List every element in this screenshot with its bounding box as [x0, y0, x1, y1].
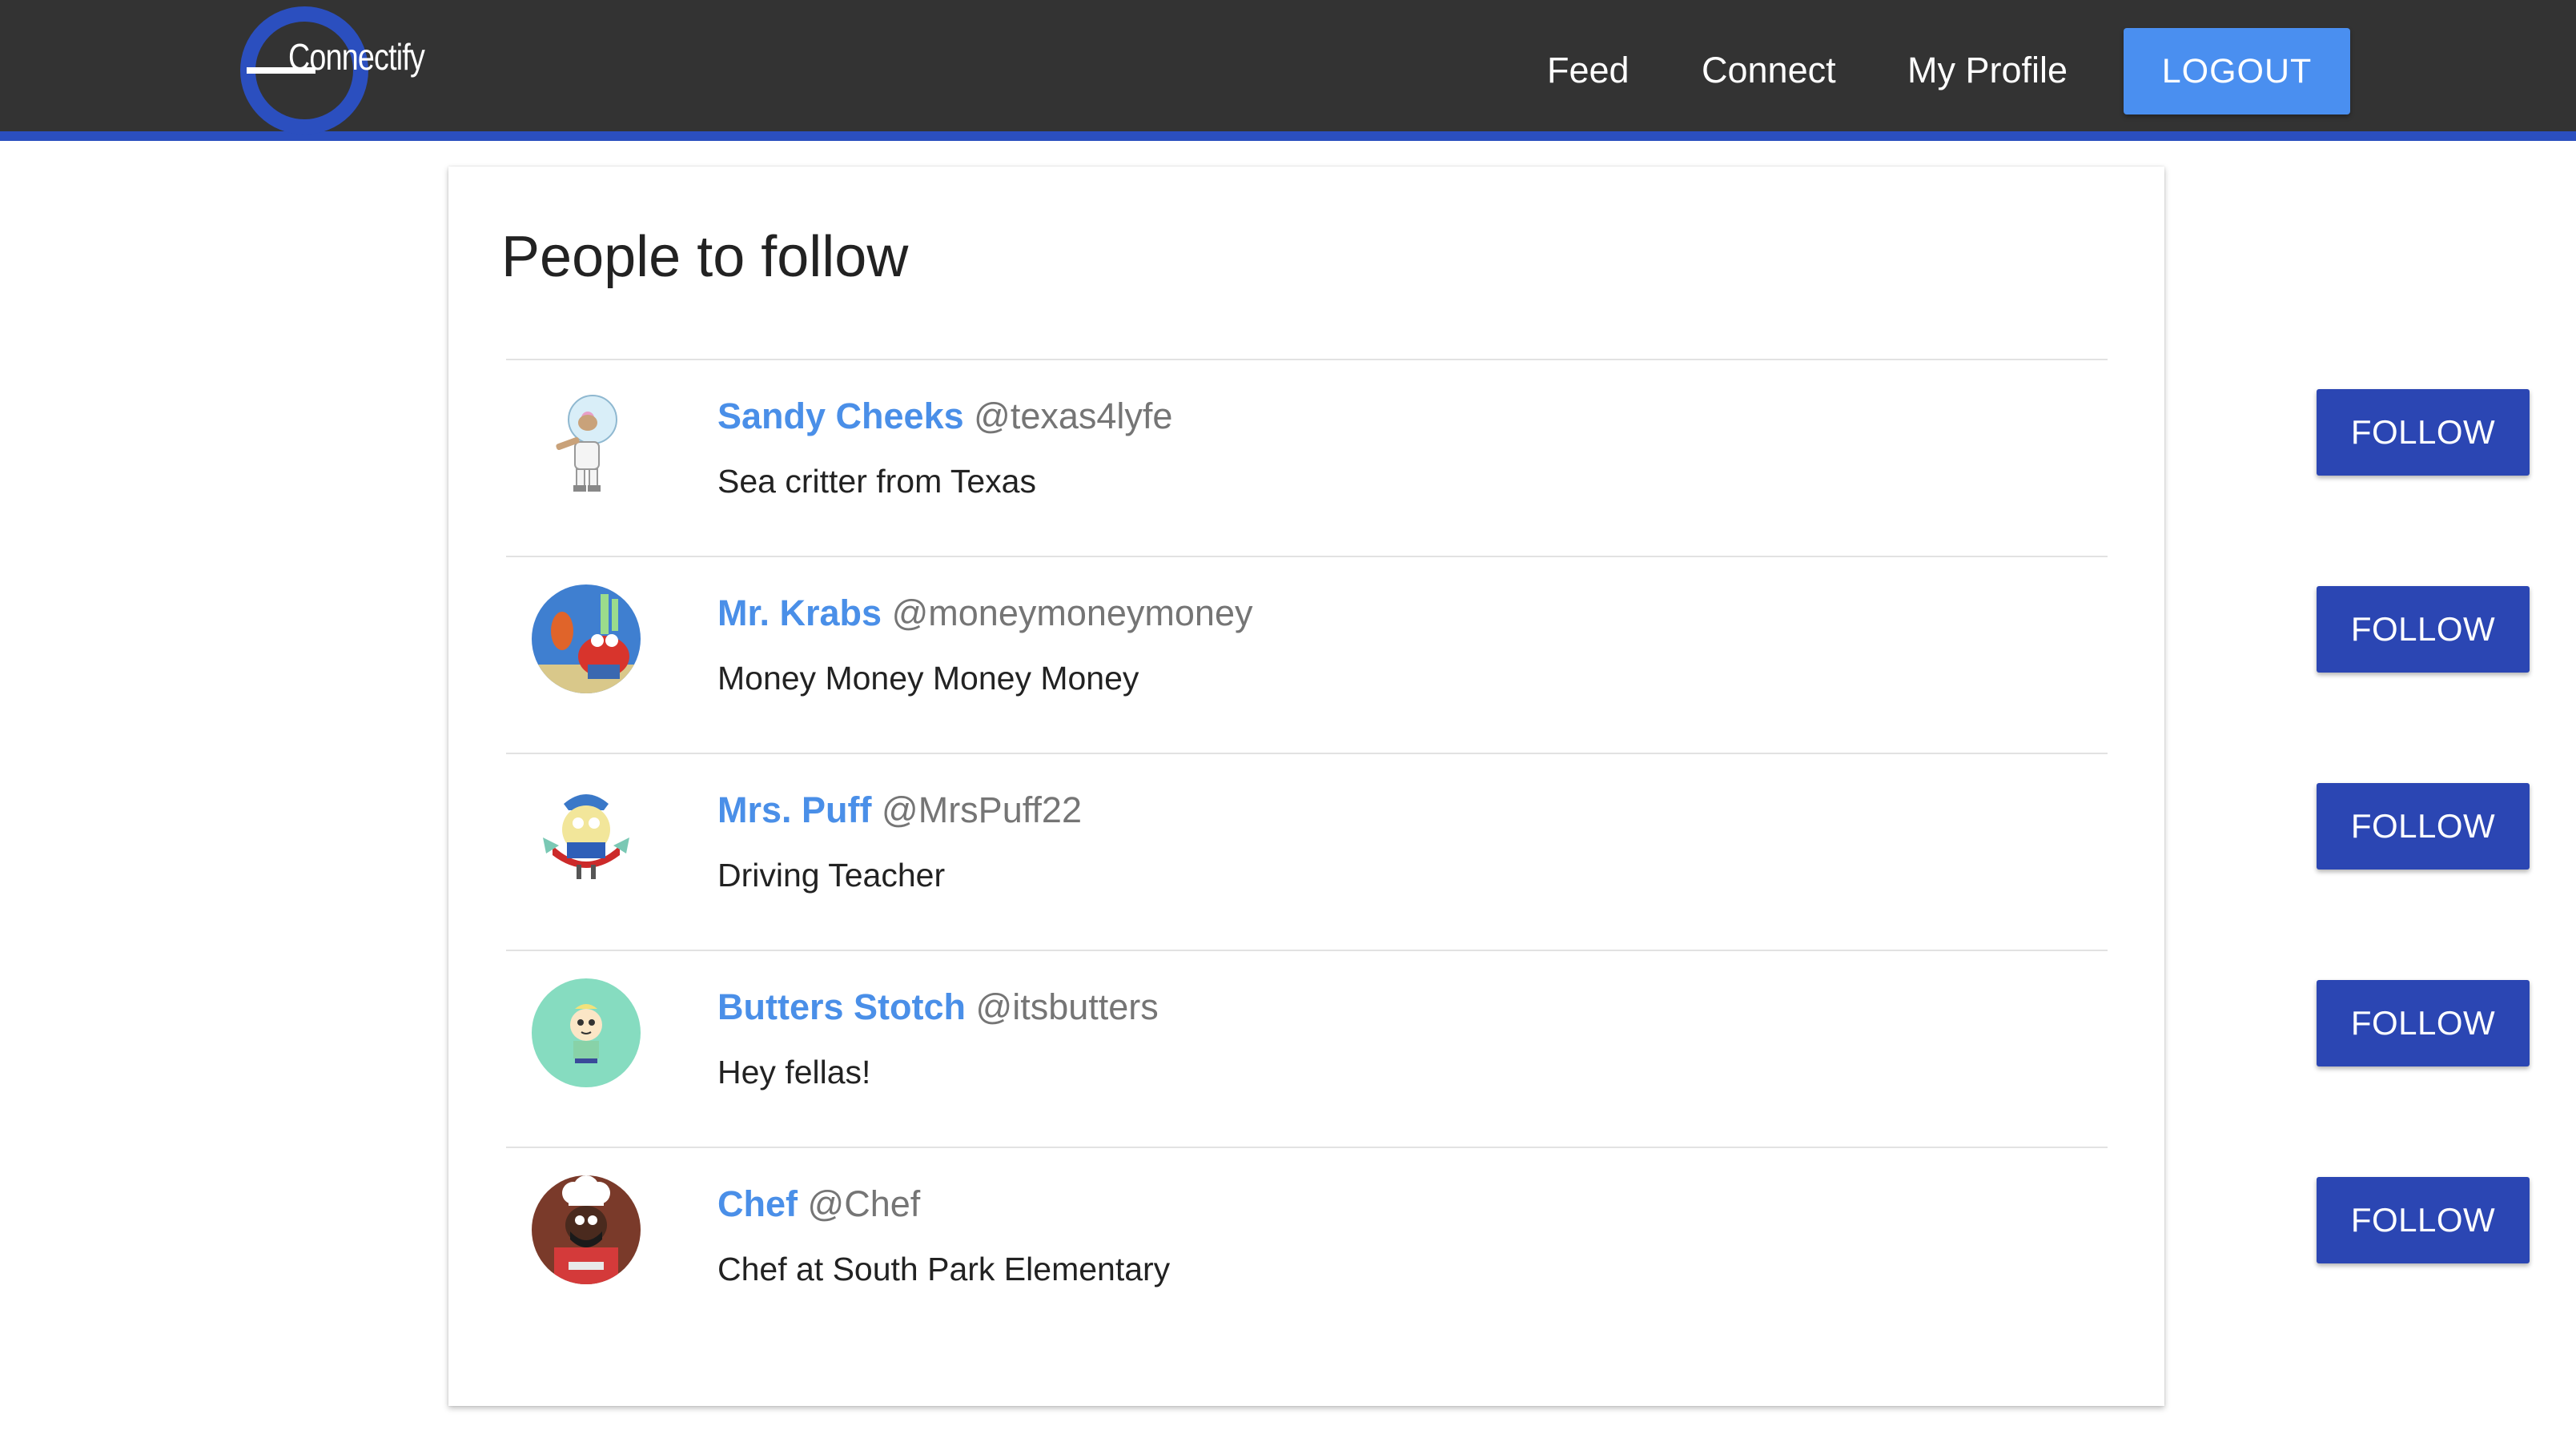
page-title: People to follow — [501, 225, 909, 289]
person-name-link[interactable]: Mr. Krabs — [717, 592, 882, 633]
person-bio: Chef at South Park Elementary — [717, 1251, 1171, 1287]
person-item: Mr. Krabs @moneymoneymoney Money Money M… — [506, 556, 2530, 753]
person-bio: Money Money Money Money — [717, 660, 1139, 697]
person-bio: Hey fellas! — [717, 1054, 871, 1091]
follow-button[interactable]: FOLLOW — [2317, 783, 2530, 870]
nav-my-profile-link[interactable]: My Profile — [1907, 46, 2068, 94]
person-handle: @moneymoneymoney — [891, 592, 1253, 633]
person-handle: @Chef — [807, 1183, 921, 1224]
mrs-puff-avatar[interactable] — [532, 781, 641, 890]
logout-button[interactable]: LOGOUT — [2124, 28, 2350, 114]
person-name-line: Mrs. Puff @MrsPuff22 — [717, 786, 1082, 834]
person-name-link[interactable]: Sandy Cheeks — [717, 396, 964, 436]
person-bio: Sea critter from Texas — [717, 463, 1036, 500]
person-handle: @itsbutters — [975, 986, 1159, 1027]
nav-feed-link[interactable]: Feed — [1547, 46, 1630, 94]
person-name-link[interactable]: Chef — [717, 1183, 798, 1224]
person-name-line: Butters Stotch @itsbutters — [717, 983, 1159, 1031]
connectify-logo[interactable]: Connectify — [240, 6, 425, 135]
follow-button[interactable]: FOLLOW — [2317, 389, 2530, 476]
person-name-link[interactable]: Mrs. Puff — [717, 789, 872, 830]
person-bio: Driving Teacher — [717, 857, 946, 894]
follow-button[interactable]: FOLLOW — [2317, 980, 2530, 1066]
follow-button[interactable]: FOLLOW — [2317, 1177, 2530, 1263]
person-name-line: Chef @Chef — [717, 1180, 920, 1228]
navbar: Connectify Feed Connect My Profile LOGOU… — [0, 0, 2576, 141]
follow-button[interactable]: FOLLOW — [2317, 586, 2530, 673]
butters-avatar[interactable] — [532, 978, 641, 1087]
person-name-link[interactable]: Butters Stotch — [717, 986, 966, 1027]
people-list: Sandy Cheeks @texas4lyfe Sea critter fro… — [506, 359, 2530, 1344]
person-item: Butters Stotch @itsbutters Hey fellas! F… — [506, 950, 2530, 1147]
nav-connect-link[interactable]: Connect — [1702, 46, 1836, 94]
chef-avatar[interactable] — [532, 1175, 641, 1284]
person-item: Sandy Cheeks @texas4lyfe Sea critter fro… — [506, 359, 2530, 556]
people-to-follow-card: People to follow Sandy Cheeks @texas4lyf… — [448, 167, 2530, 1406]
person-handle: @MrsPuff22 — [882, 789, 1082, 830]
logo-text: Connectify — [288, 36, 425, 78]
person-item: Mrs. Puff @MrsPuff22 Driving Teacher FOL… — [506, 753, 2530, 950]
person-item: Chef @Chef Chef at South Park Elementary… — [506, 1147, 2530, 1344]
mr-krabs-avatar[interactable] — [532, 584, 641, 693]
sandy-cheeks-avatar[interactable] — [532, 388, 641, 496]
person-name-line: Mr. Krabs @moneymoneymoney — [717, 589, 1252, 637]
person-name-line: Sandy Cheeks @texas4lyfe — [717, 392, 1172, 440]
person-handle: @texas4lyfe — [974, 396, 1173, 436]
